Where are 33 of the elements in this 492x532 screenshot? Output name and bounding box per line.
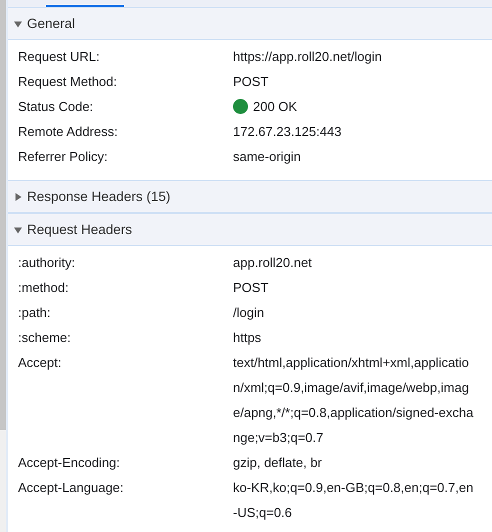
header-name: :path: <box>17 304 52 322</box>
header-name: Accept-Encoding: <box>17 454 121 472</box>
header-name: Accept: <box>17 354 62 372</box>
header-value: /login <box>233 304 264 322</box>
collapse-triangle-icon <box>14 20 22 28</box>
header-value: POST <box>233 279 268 297</box>
header-value: https <box>233 329 262 347</box>
status-value: 200 OK <box>253 98 298 116</box>
header-name: Request URL: <box>17 48 101 66</box>
header-value: gzip, deflate, br <box>233 454 322 472</box>
section-title: Request Headers <box>27 222 132 237</box>
section-header[interactable]: General <box>8 7 492 40</box>
section-header[interactable]: Request Headers <box>8 213 492 246</box>
header-value: 172.67.23.125:443 <box>233 123 342 141</box>
header-value: app.roll20.net <box>233 254 312 272</box>
header-value: https://app.roll20.net/login <box>233 48 382 66</box>
header-name: Accept-Language: <box>17 479 125 497</box>
header-name: Request Method: <box>17 73 118 91</box>
header-value: ko-KR,ko;q=0.9,en-GB;q=0.8,en;q=0.7,en-US;q=0.6 <box>233 479 474 522</box>
header-name: :method: <box>17 279 70 297</box>
section-title: General <box>27 16 76 31</box>
section-header[interactable]: Response Headers (15) <box>8 180 492 213</box>
scrollbar[interactable] <box>0 0 6 532</box>
header-value: POST <box>233 73 268 91</box>
collapse-triangle-icon <box>14 226 22 234</box>
header-name: Status Code: <box>17 98 94 116</box>
header-name: :authority: <box>17 254 76 272</box>
header-value: same-origin <box>233 148 301 166</box>
header-name: Remote Address: <box>17 123 119 141</box>
header-name: Referrer Policy: <box>17 148 109 166</box>
section-title: Response Headers (15) <box>27 189 170 204</box>
header-name: :scheme: <box>17 329 72 347</box>
expand-triangle-icon <box>14 192 22 200</box>
